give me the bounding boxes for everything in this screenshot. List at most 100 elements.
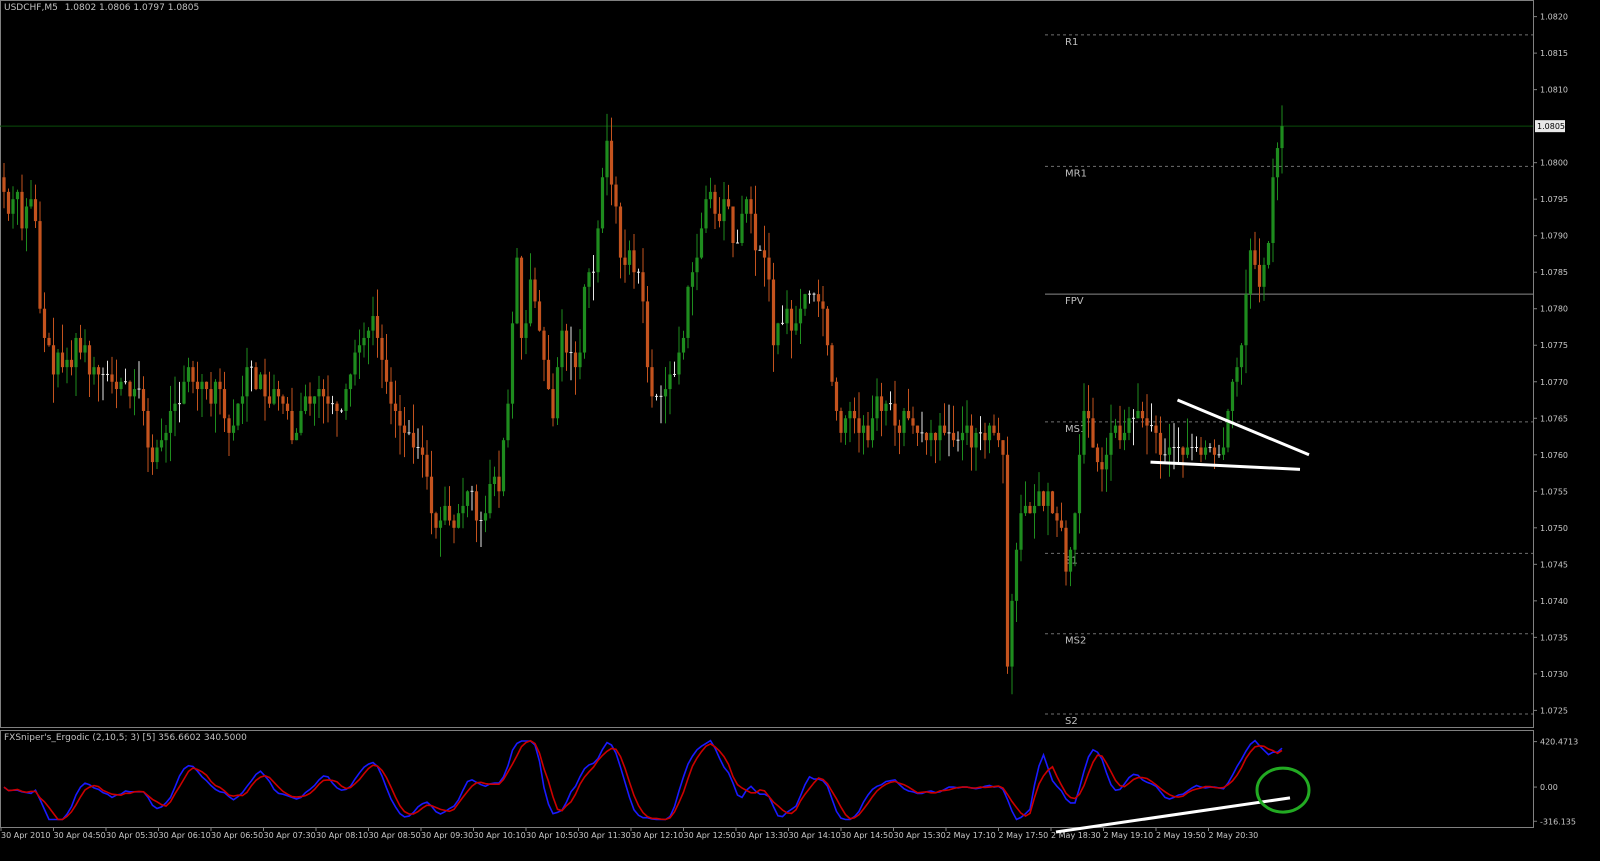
candle — [384, 333, 389, 394]
candle — [124, 368, 127, 385]
candle-body — [452, 520, 456, 528]
pivot-lines: R1MR1FPVMS1S1MS2S2 — [0, 34, 1533, 727]
candle-body — [231, 425, 236, 433]
candle — [1154, 415, 1158, 454]
candle-body — [65, 359, 69, 368]
candle — [987, 422, 992, 454]
chart-canvas[interactable]: R1MR1FPVMS1S1MS2S2 1.08201.08151.08101.0… — [0, 0, 1600, 861]
candle — [331, 395, 334, 415]
candle — [87, 340, 92, 398]
candle — [645, 286, 650, 383]
candle — [479, 511, 483, 548]
candle-body — [1041, 491, 1046, 506]
candle — [164, 424, 168, 463]
candle-body — [200, 381, 204, 390]
triangle-upper-line — [1176, 398, 1310, 457]
candle — [560, 309, 564, 382]
candle — [808, 290, 811, 304]
candle — [699, 212, 704, 260]
candle — [1041, 490, 1046, 512]
candle-body — [1235, 367, 1239, 382]
candle — [623, 229, 627, 283]
pivot-label-fpv: FPV — [1065, 296, 1084, 307]
candle-body — [119, 381, 123, 390]
candle-body — [204, 381, 209, 390]
candle — [83, 329, 87, 363]
candle — [150, 434, 155, 475]
candle — [1208, 443, 1212, 453]
candle — [510, 311, 515, 419]
candle-body — [884, 403, 888, 411]
candle — [1181, 446, 1185, 478]
candle — [1248, 238, 1253, 309]
candle-body — [303, 396, 308, 411]
triangle-lower-line — [1150, 460, 1301, 471]
candle-body — [1005, 454, 1010, 667]
trading-chart[interactable]: R1MR1FPVMS1S1MS2S2 1.08201.08151.08101.0… — [0, 0, 1600, 861]
candle — [371, 296, 375, 346]
candle — [578, 329, 582, 380]
candle-body — [1257, 264, 1262, 287]
candle-body — [132, 389, 137, 397]
candle-body — [1064, 527, 1068, 572]
time-tick-label: 2 May 17:10 — [946, 831, 996, 840]
candle — [1055, 506, 1059, 538]
candle-body — [627, 250, 632, 265]
candle — [1163, 438, 1167, 464]
candle-body — [429, 476, 434, 514]
candle-body — [1226, 410, 1230, 448]
candle — [857, 392, 861, 453]
divergence-line — [1055, 796, 1291, 834]
candle — [546, 334, 551, 390]
candle — [816, 279, 821, 317]
candle-body — [155, 447, 159, 463]
candle — [438, 506, 443, 557]
candle-body — [29, 199, 33, 207]
candle — [592, 255, 595, 301]
candle — [587, 268, 591, 308]
candle — [168, 385, 173, 462]
candle — [731, 206, 735, 258]
candle — [798, 288, 803, 344]
candle-body — [150, 447, 155, 463]
candle-body — [1262, 264, 1266, 287]
candle-body — [6, 191, 11, 214]
candle — [1005, 436, 1010, 674]
candle-body — [519, 257, 524, 338]
candle — [398, 395, 402, 455]
candle-body — [384, 359, 389, 382]
candle-body — [1118, 425, 1122, 441]
candle — [942, 403, 947, 436]
time-tick-label: 2 May 19:50 — [1156, 831, 1206, 840]
candle-body — [402, 425, 407, 433]
candle — [461, 477, 465, 529]
candle-body — [965, 425, 969, 433]
pivot-label-ms2: MS2 — [1065, 636, 1086, 647]
time-tick-label: 30 Apr 08:10 — [316, 831, 368, 840]
candle — [1140, 401, 1145, 428]
candle — [24, 198, 29, 252]
candle-body — [42, 308, 47, 338]
candle-body — [942, 425, 947, 433]
candle-body — [528, 279, 533, 324]
candle — [195, 361, 200, 411]
candle — [1068, 547, 1073, 587]
time-tick-label: 30 Apr 15:30 — [894, 831, 946, 840]
candle-body — [488, 484, 492, 514]
candle — [47, 332, 51, 347]
candle — [771, 262, 776, 372]
candle — [276, 380, 281, 411]
candles[interactable] — [2, 105, 1284, 695]
candle — [637, 268, 640, 284]
candle — [1046, 482, 1050, 536]
candle — [528, 253, 533, 327]
candle-body — [1253, 250, 1257, 265]
time-tick-label: 30 Apr 11:30 — [579, 831, 631, 840]
candle-body — [1244, 294, 1248, 346]
candle — [159, 418, 164, 452]
candle-body — [861, 425, 866, 433]
candle — [1059, 502, 1064, 532]
candle — [956, 431, 960, 452]
candle — [582, 284, 587, 359]
candle — [803, 293, 807, 316]
